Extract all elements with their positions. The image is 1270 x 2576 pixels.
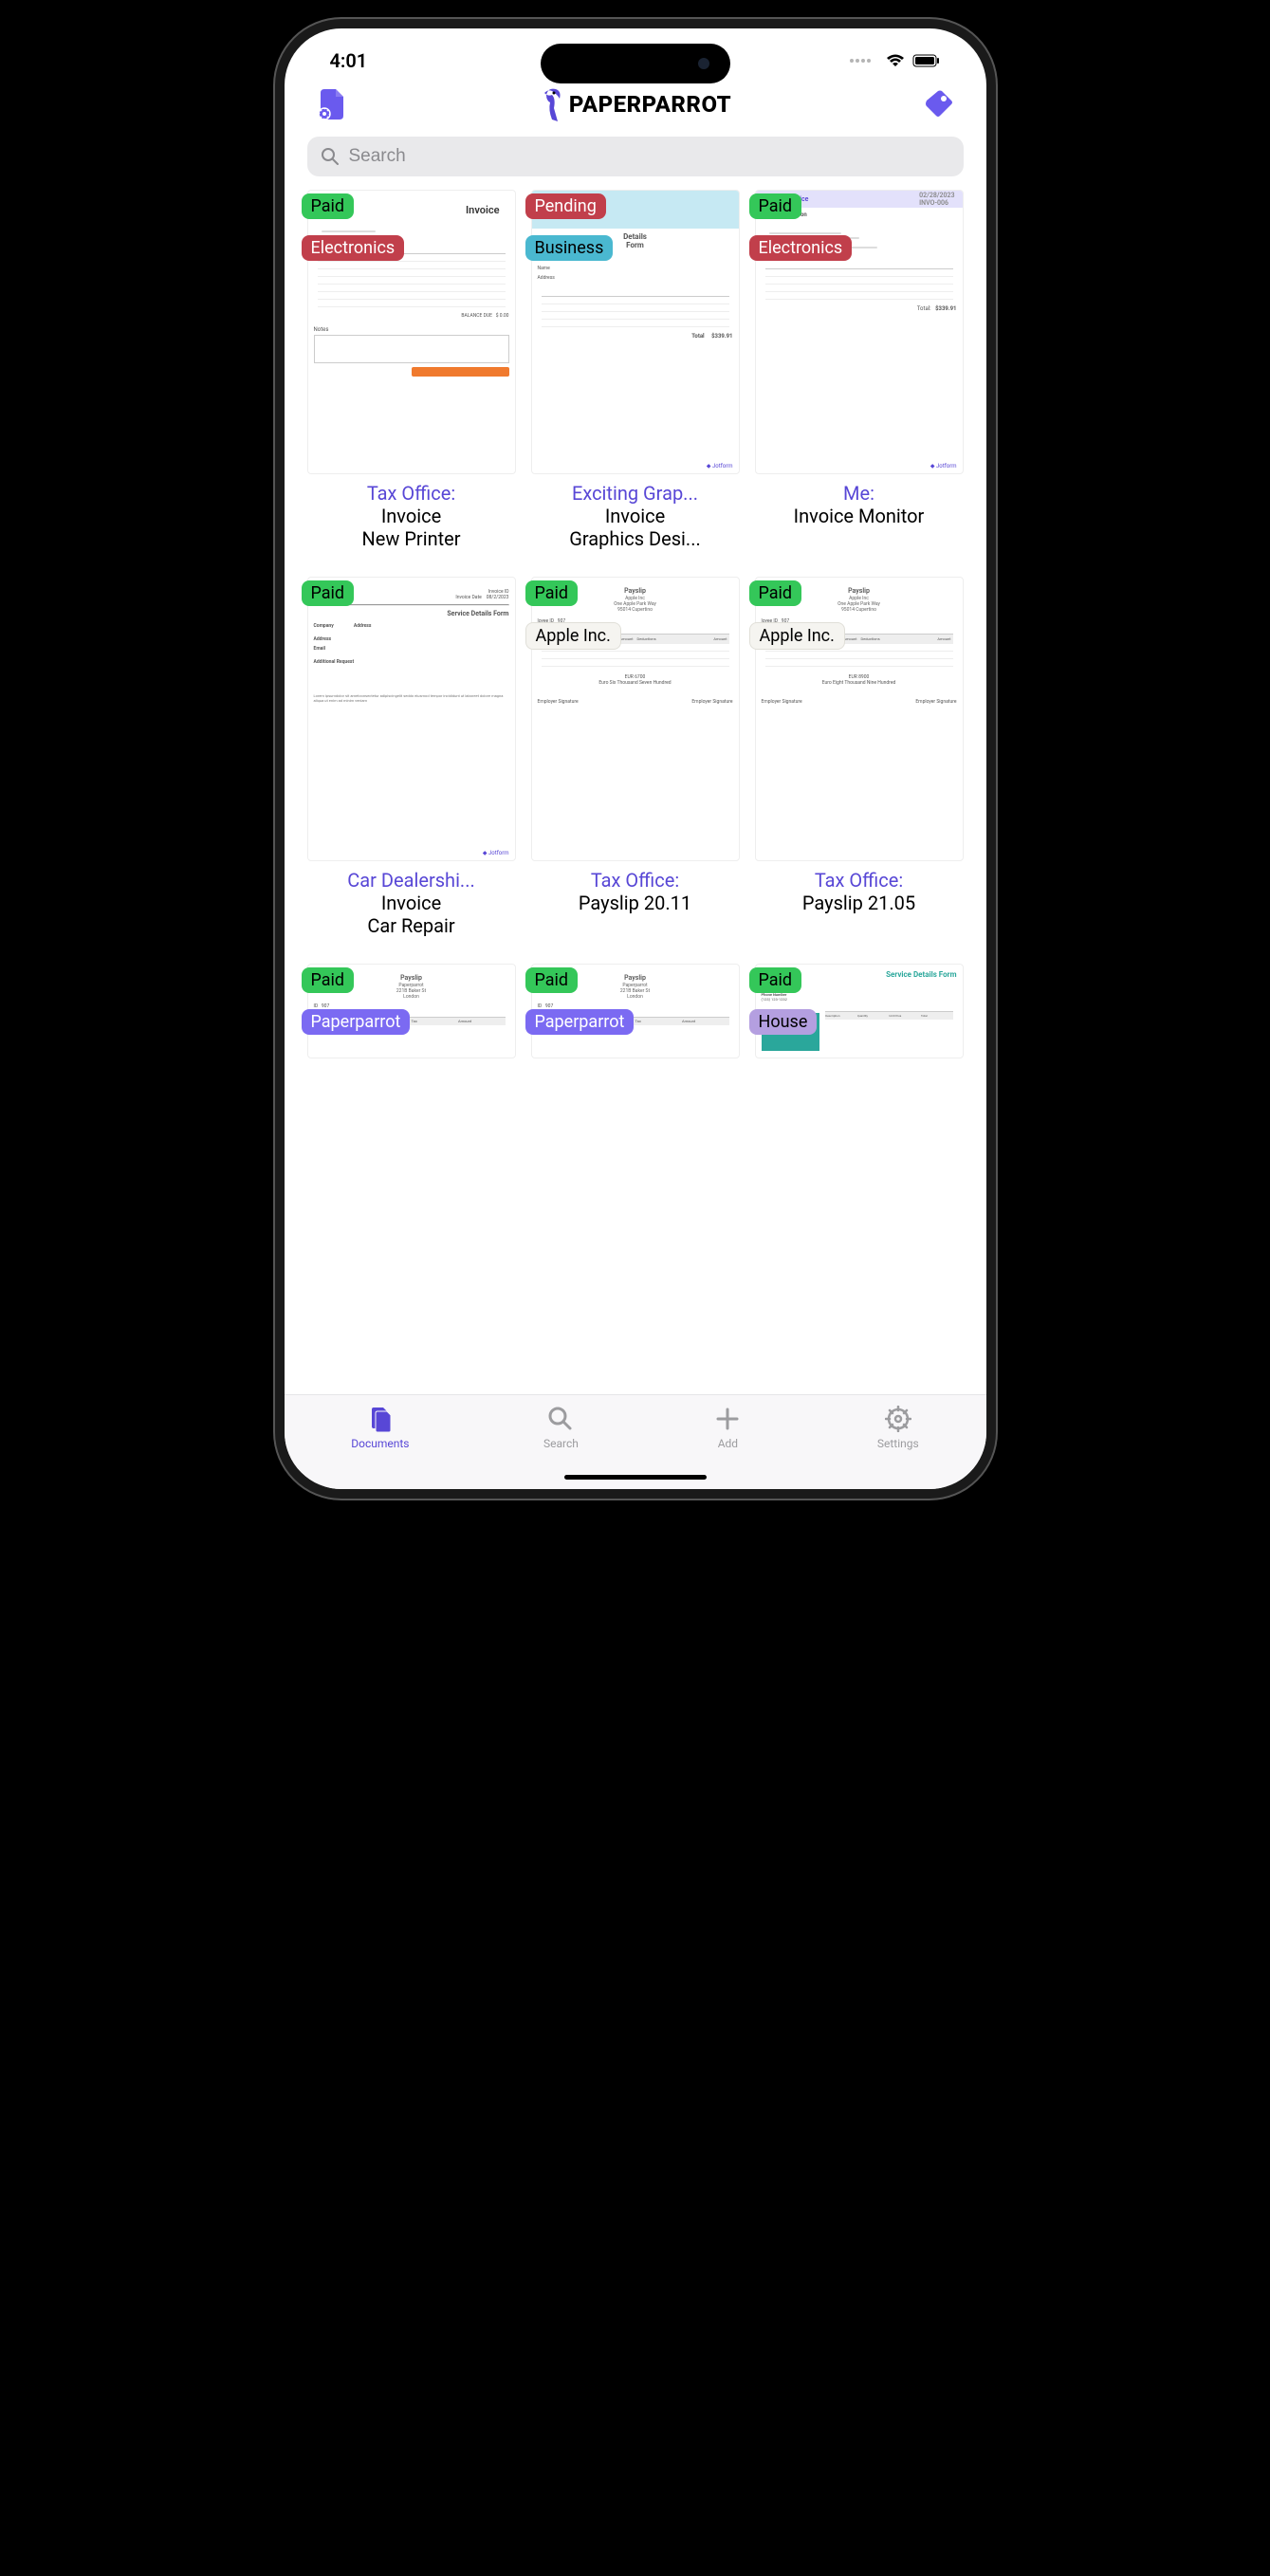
phone-frame: 4:01 [275, 19, 996, 1499]
plus-icon [712, 1405, 743, 1433]
tab-label: Search [543, 1437, 579, 1450]
phone-screen: 4:01 [285, 28, 986, 1489]
search-input[interactable] [349, 146, 950, 167]
tag-badge: Electronics [302, 235, 405, 261]
status-badge: Paid [749, 193, 802, 219]
tag-badge: Paperparrot [525, 1009, 635, 1035]
document-card[interactable]: Sample Invoice02/28/2023INVO-006 pping I… [755, 190, 964, 569]
dynamic-island [541, 44, 730, 83]
document-card[interactable]: Payslip Paperparrot221B Baker StLondon I… [531, 964, 740, 1058]
tag-badge: Apple Inc. [525, 622, 621, 650]
doc-type: Invoice [309, 892, 514, 914]
tag-badge: Electronics [749, 235, 853, 261]
tag-badge: Paperparrot [302, 1009, 411, 1035]
battery-icon [912, 54, 941, 67]
tab-settings[interactable]: Settings [877, 1405, 919, 1450]
doc-type: Invoice [533, 505, 738, 527]
app-name: PAPERPARROT [569, 91, 731, 118]
configure-document-button[interactable] [311, 83, 353, 125]
document-thumbnail: DetailsForm Invoice Date Name Address To… [531, 190, 740, 474]
tag-badge: Apple Inc. [749, 622, 845, 650]
document-thumbnail: Invoice ID Invoice Date 08/2/2023 Servic… [307, 577, 516, 861]
doc-title: Graphics Desi... [533, 527, 738, 550]
app-logo: PAPERPARROT [539, 85, 731, 123]
doc-title: Car Repair [309, 914, 514, 937]
tab-label: Settings [877, 1437, 919, 1450]
tab-label: Documents [351, 1437, 409, 1450]
app-header: PAPERPARROT [285, 80, 986, 135]
doc-correspondent: Tax Office: [757, 869, 962, 892]
status-badge: Paid [525, 580, 579, 606]
tag-badge: Business [525, 235, 614, 261]
document-card[interactable]: Payslip Apple IncOne Apple Park Way95014… [755, 577, 964, 956]
status-badge: Paid [749, 580, 802, 606]
document-grid: Invoice BALANCE DUE $ 0.00 Notes Paid El… [285, 190, 986, 1058]
status-badge: Pending [525, 193, 606, 219]
tab-documents[interactable]: Documents [351, 1405, 409, 1450]
status-icons [850, 54, 941, 68]
tab-search[interactable]: Search [543, 1405, 579, 1450]
document-card[interactable]: Invoice BALANCE DUE $ 0.00 Notes Paid El… [307, 190, 516, 569]
document-thumbnail: Payslip Apple IncOne Apple Park Way95014… [531, 577, 740, 861]
doc-correspondent: Exciting Grap... [533, 482, 738, 505]
wifi-icon [886, 54, 905, 68]
tab-add[interactable]: Add [712, 1405, 743, 1450]
document-thumbnail: Invoice BALANCE DUE $ 0.00 Notes [307, 190, 516, 474]
status-badge: Paid [302, 580, 355, 606]
document-card[interactable]: Invoice ID Invoice Date 08/2/2023 Servic… [307, 577, 516, 956]
status-badge: Paid [749, 967, 802, 993]
documents-icon [365, 1405, 396, 1433]
search-icon [321, 147, 340, 166]
home-indicator[interactable] [564, 1475, 707, 1480]
doc-correspondent: Tax Office: [309, 482, 514, 505]
document-thumbnail: Payslip Apple IncOne Apple Park Way95014… [755, 577, 964, 861]
doc-type: Invoice Monitor [757, 505, 962, 527]
status-badge: Paid [525, 967, 579, 993]
status-badge: Paid [302, 193, 355, 219]
doc-type: Payslip 20.11 [533, 892, 738, 914]
doc-type: Invoice [309, 505, 514, 527]
search-bar[interactable] [307, 137, 964, 176]
status-badge: Paid [302, 967, 355, 993]
document-card[interactable]: Payslip Apple IncOne Apple Park Way95014… [531, 577, 740, 956]
search-icon [545, 1405, 576, 1433]
cellular-dots-icon [850, 59, 871, 63]
gear-icon [883, 1405, 913, 1433]
document-card[interactable]: DetailsForm Invoice Date Name Address To… [531, 190, 740, 569]
document-card[interactable]: Service Details Form EmailPhone Number(1… [755, 964, 964, 1058]
document-thumbnail: Sample Invoice02/28/2023INVO-006 pping I… [755, 190, 964, 474]
parrot-icon [539, 85, 569, 123]
doc-correspondent: Tax Office: [533, 869, 738, 892]
doc-title: New Printer [309, 527, 514, 550]
doc-correspondent: Car Dealershi... [309, 869, 514, 892]
tab-label: Add [718, 1437, 738, 1450]
document-card[interactable]: Payslip Paperparrot221B Baker StLondon I… [307, 964, 516, 1058]
tag-badge: House [749, 1009, 818, 1035]
tags-button[interactable] [917, 83, 959, 125]
doc-correspondent: Me: [757, 482, 962, 505]
doc-type: Payslip 21.05 [757, 892, 962, 914]
status-time: 4:01 [330, 49, 368, 72]
